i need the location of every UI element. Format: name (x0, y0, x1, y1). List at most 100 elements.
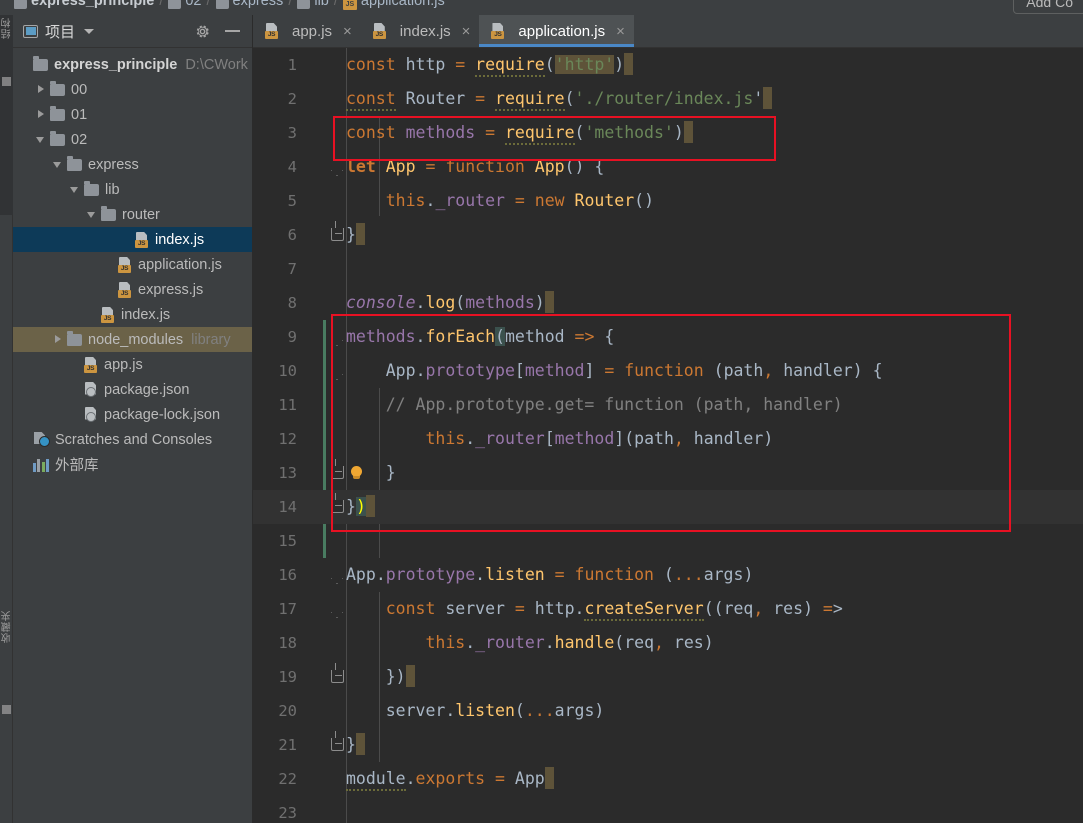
breadcrumb[interactable]: express_principle / 02 / express / lib / JS appli… (0, 0, 1083, 15)
tree-item-index-js[interactable]: index.js (13, 302, 252, 327)
tree-item--[interactable]: 外部库 (13, 452, 252, 477)
code-line[interactable]: 8 console.log(methods) (253, 286, 1083, 320)
breadcrumb-item-2[interactable]: express (233, 0, 284, 9)
code-line[interactable]: 17 const server = http.createServer((req… (253, 592, 1083, 626)
gear-icon[interactable] (194, 23, 211, 40)
stripe-icon-1[interactable] (2, 77, 11, 86)
stripe-icon-2[interactable] (2, 705, 11, 714)
code-line[interactable]: 14}) (253, 490, 1083, 524)
code-folding-end-icon[interactable] (331, 490, 346, 524)
code-token: App (346, 565, 376, 584)
code-line[interactable]: 21} (253, 728, 1083, 762)
tree-item-package-json[interactable]: package.json (13, 377, 252, 402)
chevron-open-icon[interactable] (87, 209, 98, 220)
stripe-label-structure[interactable]: 结构 (0, 17, 13, 39)
code-line[interactable]: 10 App.prototype[method] = function (pat… (253, 354, 1083, 388)
editor-area: app.js × index.js × application.js × 1 const h… (253, 15, 1083, 823)
code-token: method (504, 327, 565, 346)
code-line[interactable]: 9 methods.forEach(method => { (253, 320, 1083, 354)
code-token: } (346, 735, 356, 754)
breadcrumb-separator: / (159, 0, 164, 9)
code-folding-end-icon[interactable] (331, 218, 346, 252)
code-line[interactable]: 1 const http = require('http') (253, 48, 1083, 82)
code-line[interactable]: 15 (253, 524, 1083, 558)
stripe-label-favorites[interactable]: 收藏夹 (0, 610, 13, 643)
tree-item-router[interactable]: router (13, 202, 252, 227)
code-line[interactable]: 5 this._router = new Router() (253, 184, 1083, 218)
editor-tab-application-js[interactable]: application.js × (479, 15, 635, 47)
code-folding-end-icon[interactable] (331, 456, 346, 490)
code-line[interactable]: 2 const Router = require('./router/index.… (253, 82, 1083, 116)
breadcrumb-item-1[interactable]: 02 (185, 0, 201, 9)
tree-item-00[interactable]: 00 (13, 77, 252, 102)
code-line[interactable]: 11 // App.prototype.get= function (path,… (253, 388, 1083, 422)
chevron-closed-icon[interactable] (36, 109, 47, 120)
code-line[interactable]: 23 (253, 796, 1083, 823)
code-line[interactable]: 19 }) (253, 660, 1083, 694)
code-token: ( (544, 55, 555, 74)
close-icon[interactable]: × (616, 23, 625, 40)
tree-item-scratches-and-consoles[interactable]: Scratches and Consoles (13, 427, 252, 452)
chevron-open-icon[interactable] (53, 159, 64, 170)
close-icon[interactable]: × (343, 23, 352, 40)
tree-item-application-js[interactable]: application.js (13, 252, 252, 277)
code-token: exports (415, 769, 486, 788)
code-line[interactable]: 16 App.prototype.listen = function (...ar… (253, 558, 1083, 592)
code-folding-end-icon[interactable] (331, 660, 346, 694)
line-number: 23 (278, 804, 297, 822)
code-folding-end-icon[interactable] (331, 728, 346, 762)
text-caret (365, 495, 375, 517)
project-file-tree[interactable]: express_principle D:\CWork 00 01 02 express li… (13, 48, 252, 477)
minimize-icon[interactable] (225, 30, 240, 32)
breadcrumb-item-0[interactable]: express_principle (31, 0, 154, 9)
tree-item-node-modules[interactable]: node_modules library (13, 327, 252, 352)
chevron-closed-icon[interactable] (53, 334, 64, 345)
tree-item-express-principle[interactable]: express_principle D:\CWork (13, 52, 252, 77)
code-folding-start-icon[interactable] (331, 558, 346, 592)
editor-tab-bar[interactable]: app.js × index.js × application.js × (253, 15, 1083, 48)
code-token: ( (495, 327, 505, 346)
tree-item-02[interactable]: 02 (13, 127, 252, 152)
code-editor[interactable]: 1 const http = require('http') 2 const Rout… (253, 48, 1083, 823)
tree-item-package-lock-json[interactable]: package-lock.json (13, 402, 252, 427)
code-line[interactable]: 3 const methods = require('methods') (253, 116, 1083, 150)
breadcrumb-item-3[interactable]: lib (314, 0, 329, 9)
code-token: , (673, 429, 684, 448)
fold-box (331, 459, 344, 479)
editor-tab-index-js[interactable]: index.js × (361, 15, 480, 47)
left-tool-stripe[interactable]: 结构 收藏夹 (0, 15, 13, 823)
tree-item-app-js[interactable]: app.js (13, 352, 252, 377)
editor-tab-app-js[interactable]: app.js × (253, 15, 361, 47)
code-line[interactable]: 13 } (253, 456, 1083, 490)
line-number: 20 (278, 702, 297, 720)
code-line[interactable]: 12 this._router[method](path, handler) (253, 422, 1083, 456)
code-line[interactable]: 4 let App = function App() { (253, 150, 1083, 184)
code-line[interactable]: 6} (253, 218, 1083, 252)
line-number: 7 (287, 260, 297, 278)
js-file-icon (491, 23, 505, 39)
tree-item-01[interactable]: 01 (13, 102, 252, 127)
code-line[interactable]: 22 module.exports = App (253, 762, 1083, 796)
code-folding-start-icon[interactable] (331, 354, 346, 388)
add-configuration-button[interactable]: Add Co (1013, 0, 1083, 14)
breadcrumb-item-4[interactable]: application.js (361, 0, 445, 9)
code-line[interactable]: 20 server.listen(...args) (253, 694, 1083, 728)
tree-item-express[interactable]: express (13, 152, 252, 177)
code-token: . (415, 293, 426, 312)
close-icon[interactable]: × (462, 23, 471, 40)
code-folding-start-icon[interactable] (331, 150, 346, 184)
chevron-open-icon[interactable] (70, 184, 81, 195)
code-folding-start-icon[interactable] (331, 320, 346, 354)
code-line[interactable]: 7 (253, 252, 1083, 286)
chevron-open-icon[interactable] (36, 134, 47, 145)
tree-item-index-js[interactable]: index.js (13, 227, 252, 252)
tree-item-lib[interactable]: lib (13, 177, 252, 202)
code-folding-start-icon[interactable] (331, 592, 346, 626)
code-line[interactable]: 18 this._router.handle(req, res) (253, 626, 1083, 660)
chevron-down-icon[interactable] (84, 28, 95, 34)
code-token: = (475, 89, 486, 108)
chevron-closed-icon[interactable] (36, 84, 47, 95)
tree-item-express-js[interactable]: express.js (13, 277, 252, 302)
